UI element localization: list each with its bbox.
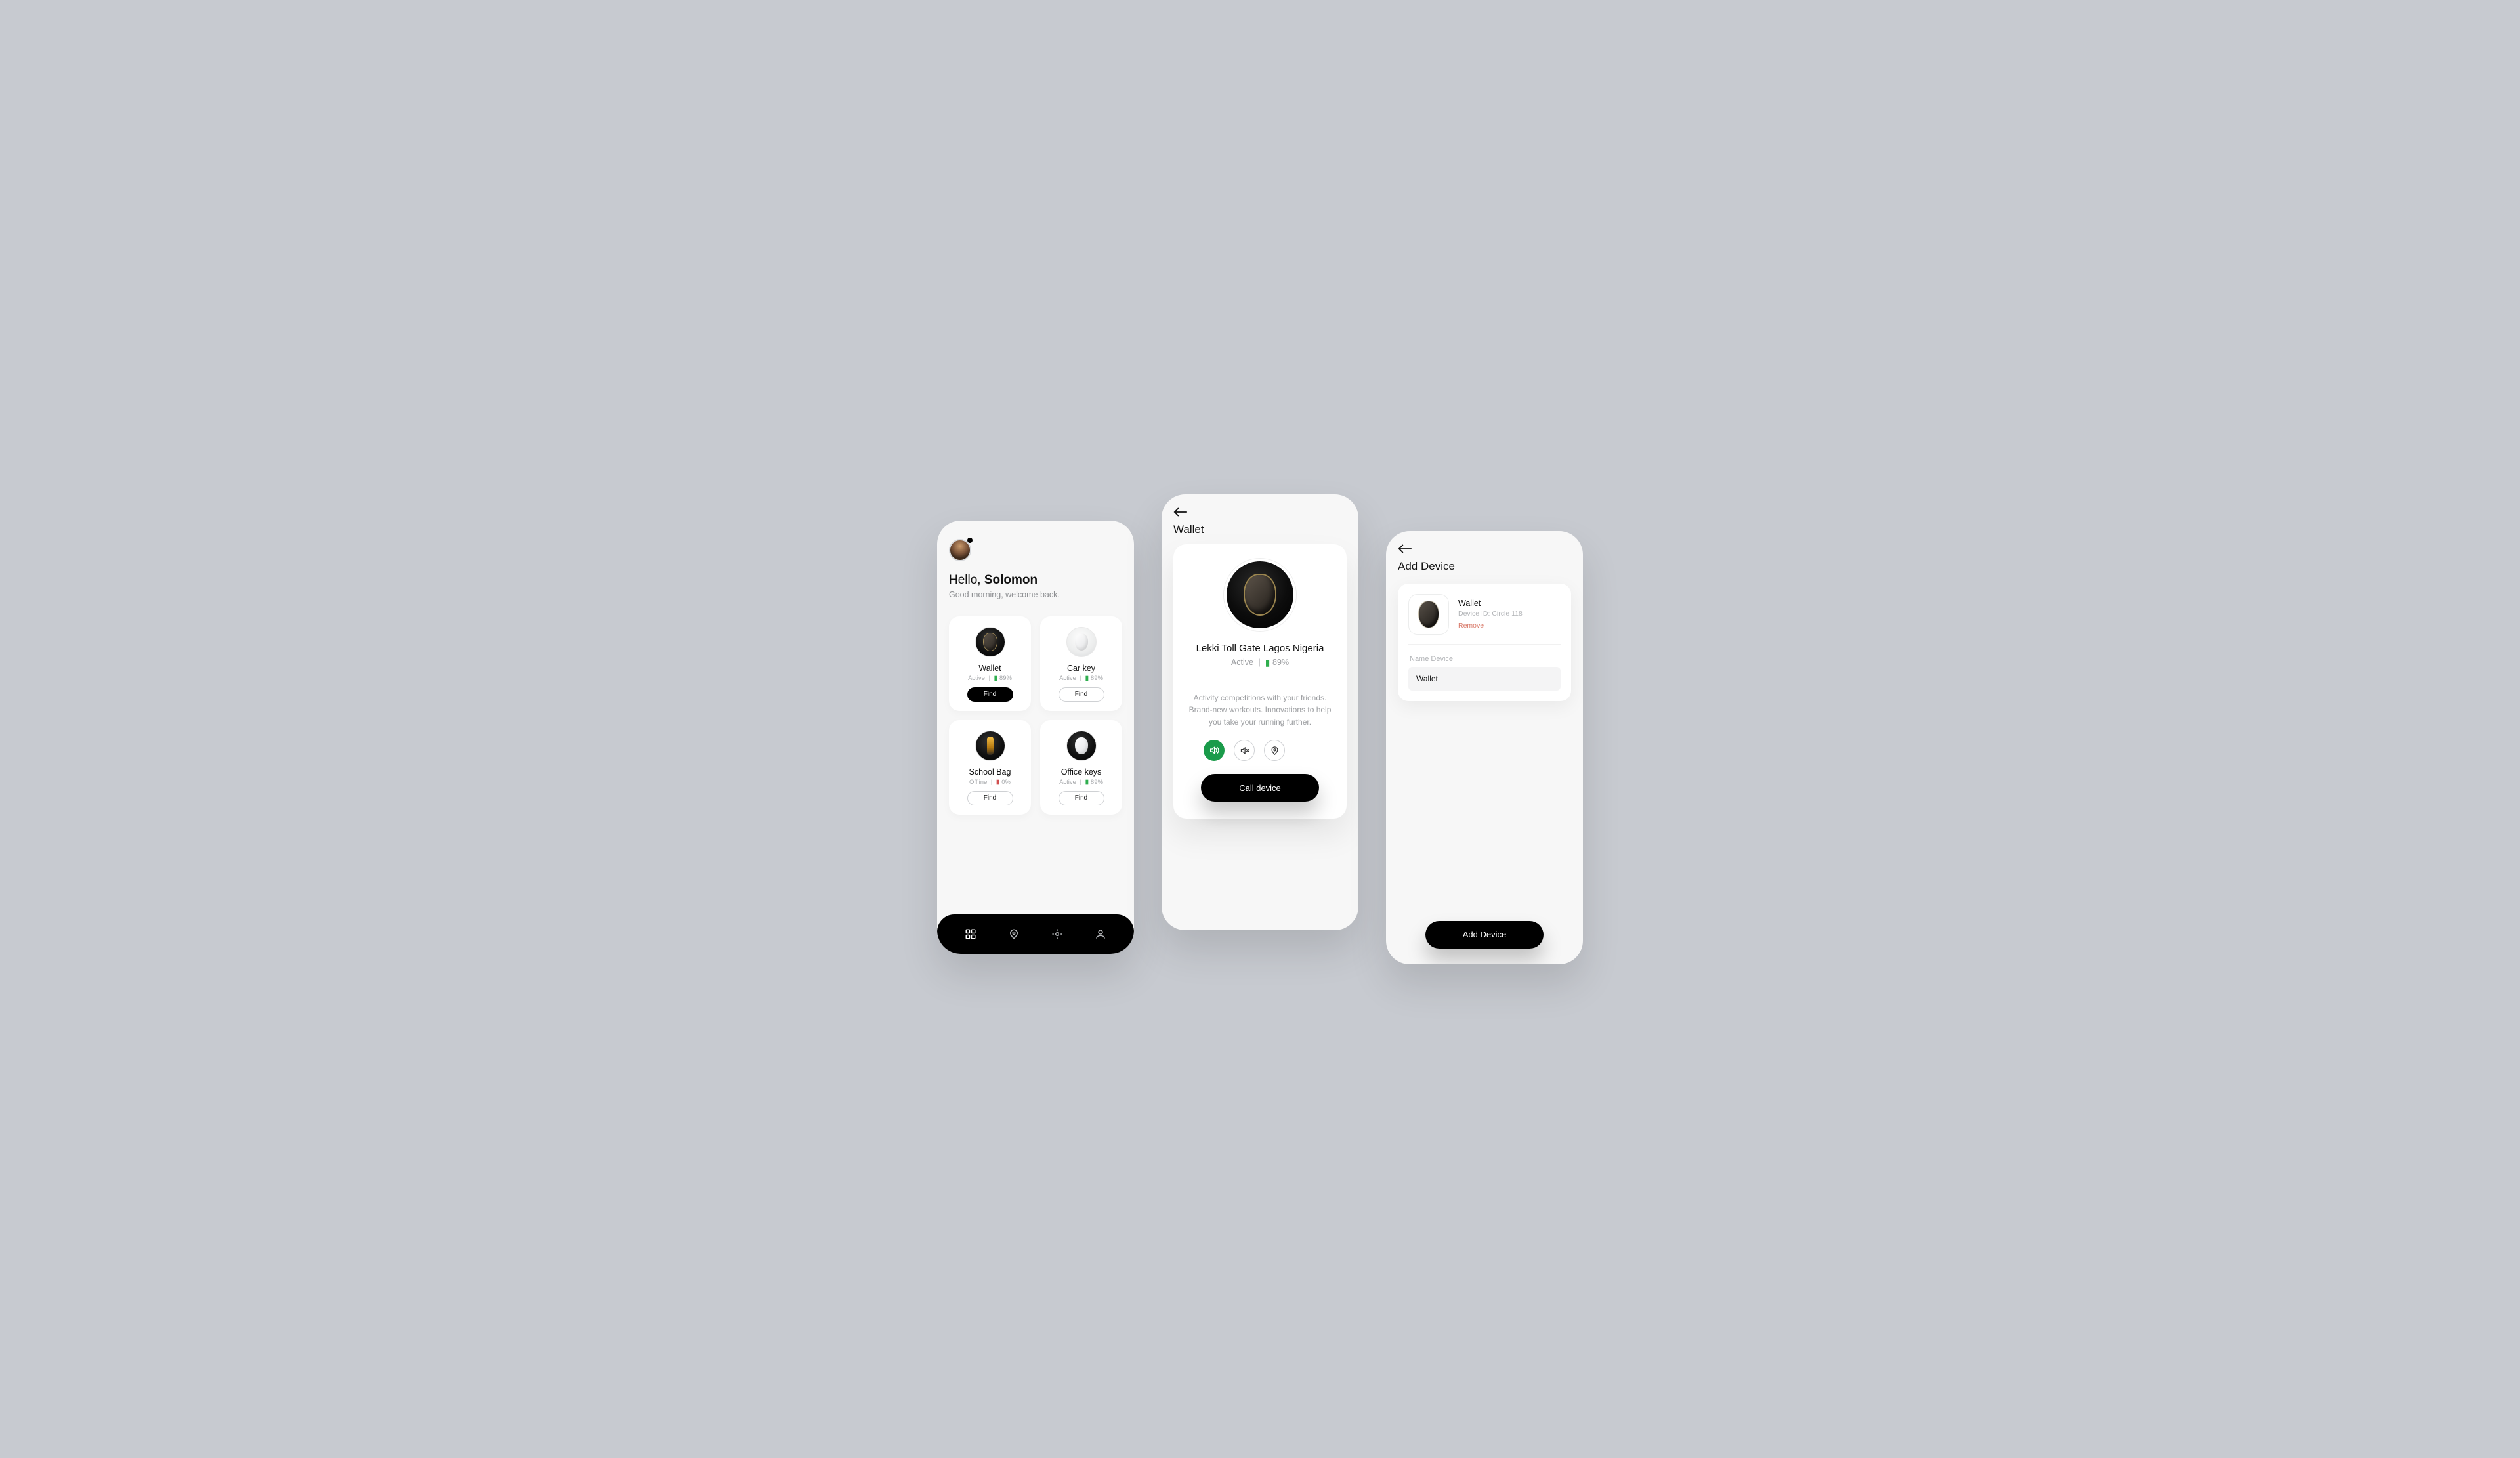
device-thumb-icon xyxy=(975,731,1005,761)
avatar[interactable] xyxy=(949,539,971,561)
detail-card: Lekki Toll Gate Lagos Nigeria Active | ▮… xyxy=(1173,544,1347,819)
device-thumb-icon xyxy=(1066,731,1097,761)
battery-icon: ▮ xyxy=(996,779,999,786)
find-button[interactable]: Find xyxy=(967,791,1013,805)
device-meta: Active | ▮ 89% xyxy=(1059,779,1103,786)
bottom-nav xyxy=(937,914,1134,954)
device-meta: Offline | ▮ 0% xyxy=(969,779,1011,786)
battery-icon: ▮ xyxy=(1085,779,1089,786)
nav-grid-icon[interactable] xyxy=(965,928,976,940)
call-device-button[interactable]: Call device xyxy=(1201,774,1319,802)
mute-button[interactable] xyxy=(1234,740,1255,761)
device-grid: Wallet Active | ▮ 89% Find Car key Activ… xyxy=(949,616,1122,815)
field-label: Name Device xyxy=(1410,655,1561,663)
device-thumb-icon xyxy=(1408,594,1449,635)
find-button[interactable]: Find xyxy=(1059,791,1104,805)
device-name: Wallet xyxy=(1458,599,1522,608)
device-name-input[interactable]: Wallet xyxy=(1408,667,1561,691)
device-name: Office keys xyxy=(1061,767,1102,777)
device-card-car-key[interactable]: Car key Active | ▮ 89% Find xyxy=(1040,616,1122,711)
device-card-school-bag[interactable]: School Bag Offline | ▮ 0% Find xyxy=(949,720,1031,815)
device-name: School Bag xyxy=(969,767,1011,777)
device-description: Activity competitions with your friends.… xyxy=(1186,692,1334,729)
device-location: Lekki Toll Gate Lagos Nigeria xyxy=(1196,643,1324,654)
device-image-icon xyxy=(1224,559,1296,631)
add-device-screen: Add Device Wallet Device ID: Circle 118 … xyxy=(1386,531,1583,964)
battery-icon: ▮ xyxy=(1085,675,1089,682)
notification-dot-icon xyxy=(967,538,973,543)
sound-on-button[interactable] xyxy=(1204,740,1225,761)
nav-profile-icon[interactable] xyxy=(1095,928,1106,940)
device-name: Wallet xyxy=(978,664,1001,673)
home-screen: Hello, Solomon Good morning, welcome bac… xyxy=(937,521,1134,954)
device-thumb-icon xyxy=(975,627,1005,657)
page-title: Add Device xyxy=(1398,560,1571,573)
back-button[interactable] xyxy=(1398,544,1571,553)
device-card-office-keys[interactable]: Office keys Active | ▮ 89% Find xyxy=(1040,720,1122,815)
back-button[interactable] xyxy=(1173,507,1347,517)
device-detail-screen: Wallet Lekki Toll Gate Lagos Nigeria Act… xyxy=(1162,494,1358,930)
device-meta: Active | ▮ 89% xyxy=(968,675,1012,682)
remove-button[interactable]: Remove xyxy=(1458,622,1522,630)
battery-icon: ▮ xyxy=(994,675,998,682)
device-id: Device ID: Circle 118 xyxy=(1458,610,1522,618)
find-button[interactable]: Find xyxy=(967,687,1013,702)
greeting: Hello, Solomon xyxy=(949,573,1122,588)
page-title: Wallet xyxy=(1173,523,1347,536)
device-thumb-icon xyxy=(1066,627,1097,657)
add-device-button[interactable]: Add Device xyxy=(1425,921,1544,949)
nav-location-icon[interactable] xyxy=(1008,928,1020,940)
locate-button[interactable] xyxy=(1264,740,1285,761)
device-name: Car key xyxy=(1067,664,1095,673)
nav-locate-icon[interactable] xyxy=(1051,928,1063,940)
find-button[interactable]: Find xyxy=(1059,687,1104,702)
device-card-wallet[interactable]: Wallet Active | ▮ 89% Find xyxy=(949,616,1031,711)
add-device-card: Wallet Device ID: Circle 118 Remove Name… xyxy=(1398,584,1571,701)
battery-icon: ▮ xyxy=(1265,658,1270,668)
device-meta: Active | ▮ 89% xyxy=(1059,675,1103,682)
device-status-meta: Active | ▮ 89% xyxy=(1231,658,1289,668)
greeting-subtitle: Good morning, welcome back. xyxy=(949,590,1122,599)
